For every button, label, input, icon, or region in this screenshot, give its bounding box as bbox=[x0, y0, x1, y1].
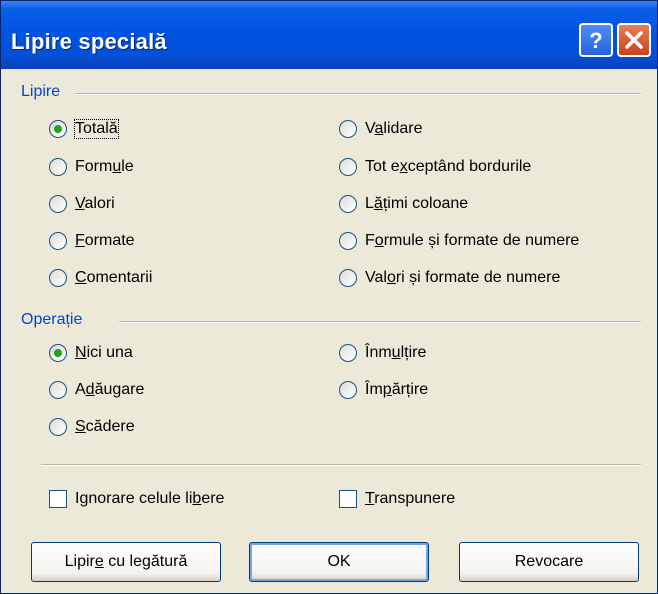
radio-indicator[interactable] bbox=[49, 344, 67, 362]
title-bar[interactable]: Lipire specială ? bbox=[1, 1, 657, 69]
radio-label: Totală bbox=[74, 119, 119, 139]
radio-indicator[interactable] bbox=[339, 120, 357, 138]
checkbox-transpose[interactable]: Transpunere bbox=[339, 487, 455, 511]
ok-button[interactable]: OK bbox=[249, 542, 429, 582]
radio-paste-values[interactable]: Valori bbox=[49, 192, 115, 216]
radio-label: Validare bbox=[365, 120, 423, 137]
paste-group-label: Lipire bbox=[21, 83, 61, 100]
paste-group-divider bbox=[75, 93, 641, 95]
radio-indicator[interactable] bbox=[339, 381, 357, 399]
cancel-button[interactable]: Revocare bbox=[459, 542, 639, 582]
radio-label: Comentarii bbox=[75, 269, 153, 286]
checkbox-indicator[interactable] bbox=[339, 490, 357, 508]
help-button[interactable]: ? bbox=[579, 23, 613, 57]
checkbox-label: Ignorare celule libere bbox=[75, 490, 225, 507]
radio-label: Nici una bbox=[75, 344, 133, 361]
paste-special-dialog: Lipire specială ? Lipire Totală Formule … bbox=[0, 0, 658, 594]
radio-paste-values-number-formats[interactable]: Valori și formate de numere bbox=[339, 266, 560, 290]
svg-text:?: ? bbox=[589, 28, 602, 53]
radio-indicator[interactable] bbox=[339, 269, 357, 287]
checkbox-label: Transpunere bbox=[365, 490, 456, 507]
radio-paste-formulas[interactable]: Formule bbox=[49, 155, 134, 179]
radio-label: Valori bbox=[75, 195, 115, 212]
radio-indicator[interactable] bbox=[49, 381, 67, 399]
radio-operation-subtract[interactable]: Scădere bbox=[49, 415, 135, 439]
radio-label: Formule și formate de numere bbox=[365, 232, 580, 249]
radio-label: Scădere bbox=[75, 418, 135, 435]
operation-group-label: Operație bbox=[21, 311, 83, 328]
question-mark-icon: ? bbox=[589, 28, 602, 53]
radio-paste-comments[interactable]: Comentarii bbox=[49, 266, 152, 290]
radio-label: Formate bbox=[75, 232, 135, 249]
close-button[interactable] bbox=[617, 23, 651, 57]
radio-operation-divide[interactable]: Împărțire bbox=[339, 378, 428, 402]
radio-paste-all[interactable]: Totală bbox=[49, 117, 119, 141]
radio-paste-validation[interactable]: Validare bbox=[339, 117, 423, 141]
operation-group-divider bbox=[119, 321, 641, 323]
radio-indicator[interactable] bbox=[49, 232, 67, 250]
radio-paste-formats[interactable]: Formate bbox=[49, 229, 135, 253]
close-icon bbox=[625, 31, 643, 49]
radio-label: Înmulțire bbox=[365, 344, 427, 361]
radio-indicator[interactable] bbox=[49, 195, 67, 213]
dialog-title: Lipire specială bbox=[11, 29, 167, 54]
radio-label: Formule bbox=[75, 158, 134, 175]
radio-label: Valori și formate de numere bbox=[365, 269, 561, 286]
radio-label: Împărțire bbox=[365, 381, 429, 398]
radio-indicator[interactable] bbox=[339, 158, 357, 176]
radio-indicator[interactable] bbox=[49, 120, 67, 138]
radio-operation-add[interactable]: Adăugare bbox=[49, 378, 144, 402]
checkbox-skip-blanks[interactable]: Ignorare celule libere bbox=[49, 487, 224, 511]
checkbox-indicator[interactable] bbox=[49, 490, 67, 508]
radio-indicator[interactable] bbox=[49, 158, 67, 176]
radio-label: Lățimi coloane bbox=[365, 195, 469, 212]
radio-indicator[interactable] bbox=[339, 232, 357, 250]
radio-paste-formulas-number-formats[interactable]: Formule și formate de numere bbox=[339, 229, 579, 253]
radio-paste-column-widths[interactable]: Lățimi coloane bbox=[339, 192, 468, 216]
checkbox-divider bbox=[41, 464, 641, 466]
radio-indicator[interactable] bbox=[339, 344, 357, 362]
radio-indicator[interactable] bbox=[49, 269, 67, 287]
radio-label: Tot exceptând bordurile bbox=[365, 158, 532, 175]
radio-paste-all-except-borders[interactable]: Tot exceptând bordurile bbox=[339, 155, 531, 179]
radio-operation-multiply[interactable]: Înmulțire bbox=[339, 341, 426, 365]
radio-indicator[interactable] bbox=[339, 195, 357, 213]
radio-label: Adăugare bbox=[75, 381, 145, 398]
radio-operation-none[interactable]: Nici una bbox=[49, 341, 133, 365]
radio-indicator[interactable] bbox=[49, 418, 67, 436]
paste-link-button[interactable]: Lipire cu legătură bbox=[31, 542, 221, 582]
button-label: Lipire cu legătură bbox=[64, 553, 188, 570]
